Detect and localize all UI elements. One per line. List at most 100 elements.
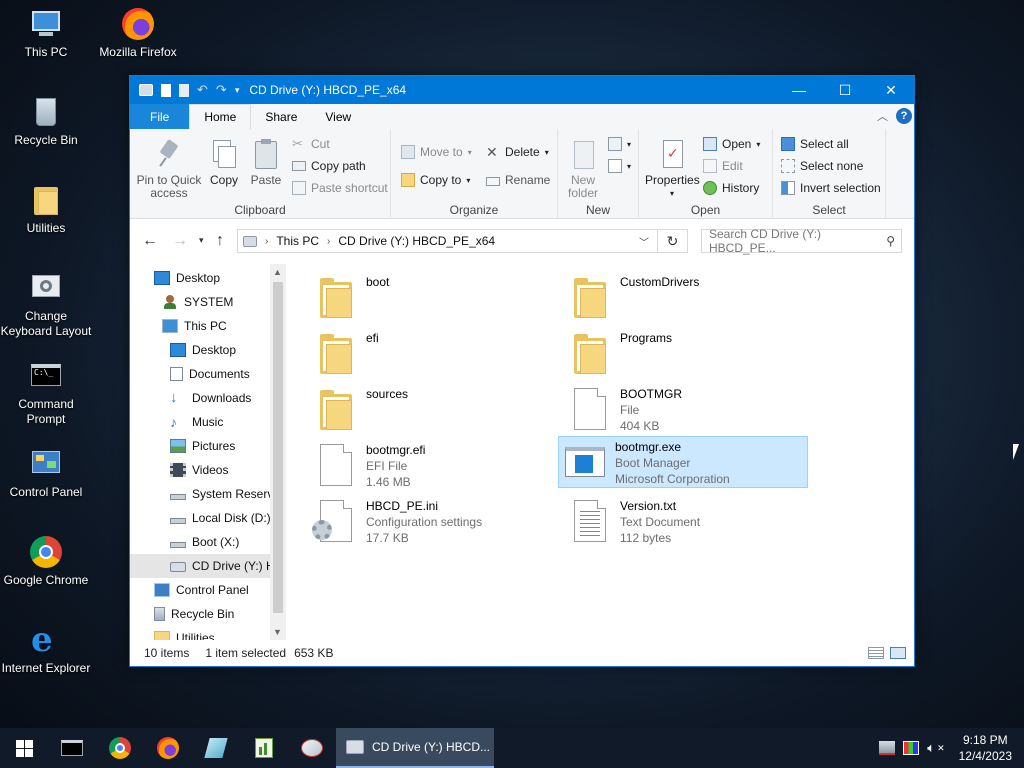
tab-file[interactable]: File <box>130 104 190 129</box>
taskbar-app-glass[interactable] <box>192 728 240 768</box>
history-button[interactable]: History <box>703 181 759 195</box>
taskbar-firefox[interactable] <box>144 728 192 768</box>
taskbar-app-chart[interactable] <box>240 728 288 768</box>
nav-scrollbar[interactable]: ▲ ▼ <box>270 264 286 640</box>
collapse-ribbon-icon[interactable]: ︿ <box>877 108 888 124</box>
select-none-button[interactable]: Select none <box>781 159 863 173</box>
undo-icon[interactable]: ↶ <box>197 82 208 98</box>
customize-toolbar-icon[interactable]: ▾ <box>235 85 240 96</box>
minimize-button[interactable]: — <box>776 76 822 104</box>
address-bar[interactable]: › This PC › CD Drive (Y:) HBCD_PE_x64 ﹀ <box>237 229 658 253</box>
invert-selection-button[interactable]: Invert selection <box>781 181 881 195</box>
clock[interactable]: 9:18 PM 12/4/2023 <box>949 732 1024 764</box>
pin-quick-access-button[interactable]: Pin to Quick access <box>136 139 202 200</box>
nav-item-control-panel[interactable]: Control Panel <box>130 578 270 602</box>
tab-home[interactable]: Home <box>189 104 252 129</box>
back-arrow-icon[interactable]: ← <box>142 232 158 250</box>
desktop-icon-chrome[interactable]: Google Chrome <box>0 535 92 588</box>
nav-item-system-reserved[interactable]: System Reserve <box>130 482 270 506</box>
nav-item-desktop-root[interactable]: Desktop <box>130 266 270 290</box>
desktop-icon-this-pc[interactable]: This PC <box>0 7 92 60</box>
nav-item-cd-drive-y[interactable]: CD Drive (Y:) H <box>130 554 270 578</box>
start-button[interactable] <box>0 728 48 768</box>
file-item-bootmgr-exe[interactable]: bootmgr.exe Boot Manager Microsoft Corpo… <box>558 436 808 488</box>
new-item-button[interactable]: ▾ <box>608 137 631 151</box>
scroll-up-icon[interactable]: ▲ <box>273 267 282 277</box>
refresh-button[interactable]: ↻ <box>658 229 688 253</box>
file-item-bootmgr-efi[interactable]: bootmgr.efi EFI File 1.46 MB <box>310 440 560 492</box>
title-bar[interactable]: ↶ ↷ ▾ CD Drive (Y:) HBCD_PE_x64 — ☐ ✕ <box>130 76 914 104</box>
desktop-icon-control-panel[interactable]: Control Panel <box>0 447 92 500</box>
nav-item-local-disk-d[interactable]: Local Disk (D:) <box>130 506 270 530</box>
close-button[interactable]: ✕ <box>868 76 914 104</box>
hard-drive-icon <box>170 518 186 524</box>
properties-quick-icon[interactable] <box>161 83 171 97</box>
delete-button[interactable]: ✕ Delete ▾ <box>486 145 549 159</box>
nav-item-documents[interactable]: Documents <box>130 362 270 386</box>
open-button[interactable]: Open ▾ <box>703 137 760 151</box>
desktop-icon-utilities[interactable]: Utilities <box>0 183 92 236</box>
nav-item-pictures[interactable]: Pictures <box>130 434 270 458</box>
desktop-icon-keyboard-layout[interactable]: Change Keyboard Layout <box>0 271 92 339</box>
desktop-icon-firefox[interactable]: Mozilla Firefox <box>92 7 184 60</box>
file-item-hbcd-pe-ini[interactable]: HBCD_PE.ini Configuration settings 17.7 … <box>310 496 560 548</box>
nav-item-desktop[interactable]: Desktop <box>130 338 270 362</box>
rename-button[interactable]: Rename <box>486 173 550 187</box>
paste-button[interactable]: Paste <box>248 139 284 187</box>
help-icon[interactable]: ? <box>896 108 912 124</box>
new-folder-button[interactable]: New folder <box>562 139 604 200</box>
nav-item-boot-x[interactable]: Boot (X:) <box>130 530 270 554</box>
desktop-icon-command-prompt[interactable]: C:\_ Command Prompt <box>0 359 92 427</box>
copy-button[interactable]: Copy <box>208 139 240 187</box>
file-item-customdrivers[interactable]: CustomDrivers <box>564 272 814 324</box>
move-to-button[interactable]: Move to ▾ <box>401 145 472 159</box>
volume-muted-icon[interactable]: 🔈︎ <box>927 740 935 756</box>
copy-to-button[interactable]: Copy to ▾ <box>401 173 470 187</box>
file-item-version-txt[interactable]: Version.txt Text Document 112 bytes <box>564 496 814 548</box>
taskbar-chrome[interactable] <box>96 728 144 768</box>
details-view-icon[interactable] <box>868 647 884 659</box>
tab-view[interactable]: View <box>311 104 366 129</box>
edit-button[interactable]: Edit <box>703 159 743 173</box>
desktop-icon-internet-explorer[interactable]: e Internet Explorer <box>0 623 92 676</box>
breadcrumb-this-pc[interactable]: This PC <box>276 234 319 248</box>
large-icons-view-icon[interactable] <box>890 647 906 659</box>
file-item-boot[interactable]: boot <box>310 272 560 324</box>
nav-item-system[interactable]: SYSTEM <box>130 290 270 314</box>
nav-item-utilities[interactable]: Utilities <box>130 626 270 640</box>
file-item-bootmgr[interactable]: BOOTMGR File 404 KB <box>564 384 814 436</box>
network-tools-icon[interactable] <box>879 741 896 755</box>
taskbar-explorer-window[interactable]: CD Drive (Y:) HBCD... <box>336 728 494 768</box>
display-color-icon[interactable] <box>903 741 920 755</box>
maximize-button[interactable]: ☐ <box>822 76 868 104</box>
redo-icon[interactable]: ↷ <box>216 82 227 98</box>
easy-access-button[interactable]: ▾ <box>608 159 631 173</box>
nav-item-videos[interactable]: Videos <box>130 458 270 482</box>
nav-item-this-pc[interactable]: This PC <box>130 314 270 338</box>
file-item-efi[interactable]: efi <box>310 328 560 380</box>
scroll-thumb[interactable] <box>273 282 283 613</box>
copy-path-button[interactable]: Copy path <box>292 159 366 173</box>
properties-button[interactable]: ✓ Properties ▾ <box>645 139 700 200</box>
file-item-sources[interactable]: sources <box>310 384 560 436</box>
nav-item-recycle-bin[interactable]: Recycle Bin <box>130 602 270 626</box>
recent-locations-icon[interactable]: ▾ <box>199 235 204 246</box>
desktop-icon-recycle-bin[interactable]: Recycle Bin <box>0 95 92 148</box>
cut-button[interactable]: ✂ Cut <box>292 137 330 152</box>
file-item-programs[interactable]: Programs <box>564 328 814 380</box>
paste-shortcut-button[interactable]: Paste shortcut <box>292 181 388 195</box>
taskbar-command-prompt[interactable] <box>48 728 96 768</box>
taskbar-app-tools[interactable] <box>288 728 336 768</box>
select-all-button[interactable]: Select all <box>781 137 849 151</box>
up-arrow-icon[interactable]: ↑ <box>216 232 224 250</box>
scroll-down-icon[interactable]: ▼ <box>273 627 282 637</box>
breadcrumb-current[interactable]: CD Drive (Y:) HBCD_PE_x64 <box>338 234 495 248</box>
nav-item-downloads[interactable]: ↓ Downloads <box>130 386 270 410</box>
search-input[interactable]: Search CD Drive (Y:) HBCD_PE... ⚲ <box>701 227 902 255</box>
address-dropdown-icon[interactable]: ﹀ <box>639 234 649 249</box>
tab-share[interactable]: Share <box>251 104 312 129</box>
nav-item-music[interactable]: ♪ Music <box>130 410 270 434</box>
forward-arrow-icon[interactable]: → <box>172 232 188 250</box>
new-folder-quick-icon[interactable] <box>179 83 189 97</box>
recycle-bin-icon <box>154 607 165 621</box>
